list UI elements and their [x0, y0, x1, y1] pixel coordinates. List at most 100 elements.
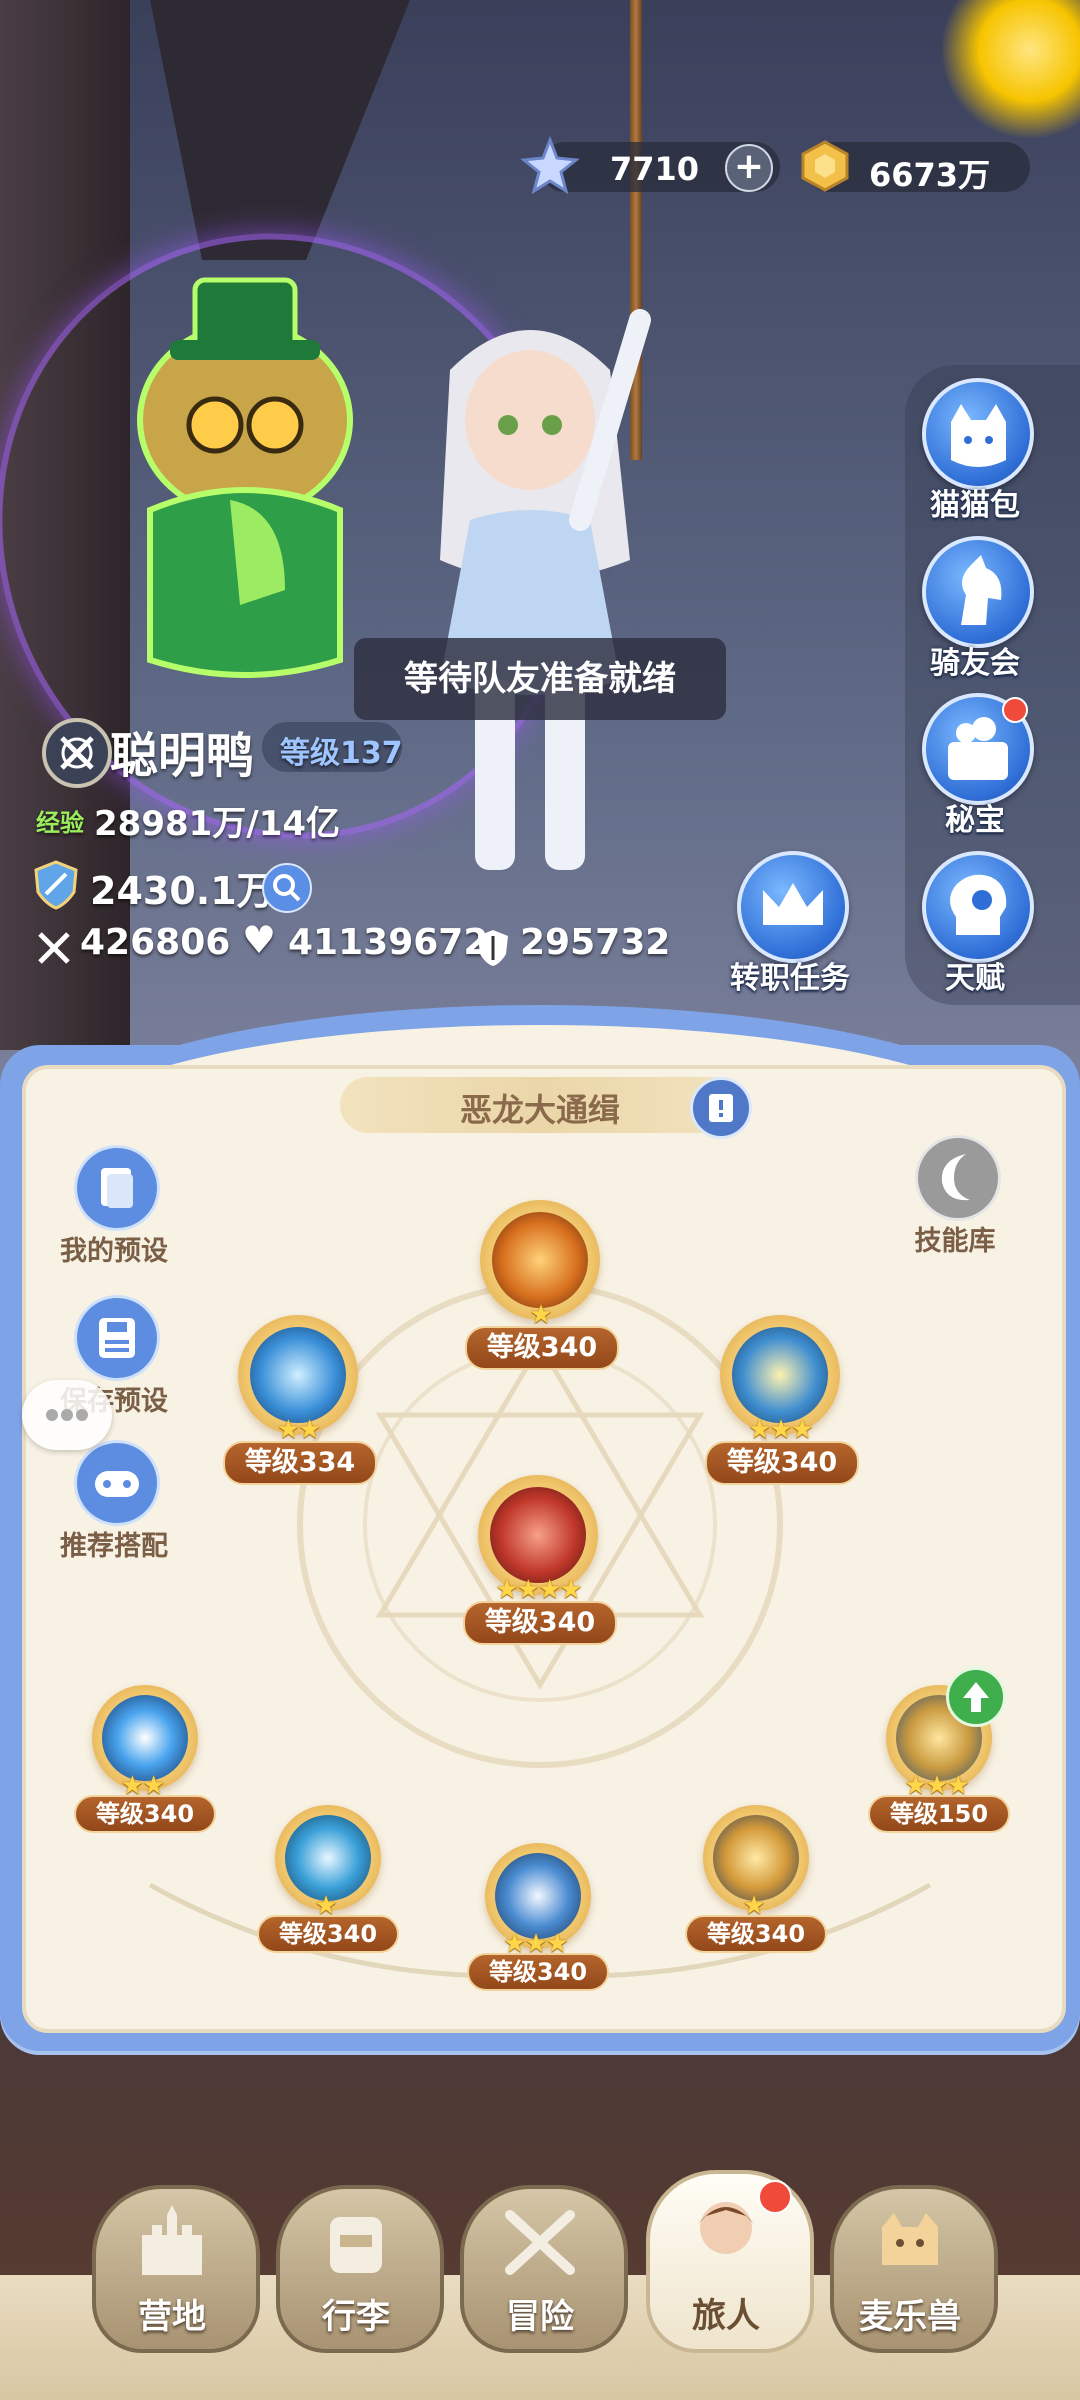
side-menu-label: 天赋 — [945, 961, 1005, 996]
blood-strike-skill-icon — [490, 1487, 586, 1583]
crossed-swords-icon — [60, 736, 94, 770]
skill-slot-bottom-4[interactable]: ★ 等级340 — [673, 1805, 833, 1955]
nav-adventure[interactable]: 冒险 — [460, 2185, 628, 2355]
fire-skill-icon — [492, 1212, 588, 1308]
power-detail-button[interactable] — [262, 863, 312, 913]
eye-skill-icon — [285, 1815, 371, 1901]
save-disk-icon — [99, 1318, 135, 1358]
gold-coin-icon — [801, 140, 849, 192]
castle-icon — [142, 2205, 202, 2275]
skill-slot-bottom-1[interactable]: ★★ 等级340 — [62, 1685, 222, 1835]
player-class-badge[interactable] — [42, 718, 112, 788]
brain-icon — [950, 874, 1007, 935]
skill-level: 等级340 — [257, 1915, 399, 1953]
holy-shield-skill-icon — [732, 1327, 828, 1423]
skill-slot-bottom-5[interactable]: ★★★ 等级150 — [856, 1667, 1016, 1835]
skill-slot-bottom-2[interactable]: ★ 等级340 — [245, 1805, 405, 1955]
notification-dot — [1002, 697, 1028, 723]
crossed-swords-icon — [505, 2210, 575, 2275]
skill-slot-top[interactable]: ★ 等级340 — [460, 1200, 620, 1370]
book-icon — [709, 1094, 733, 1122]
exp-label: 经验 — [36, 809, 84, 837]
gamepad-icon — [95, 1471, 139, 1497]
heart-icon: ♥ — [242, 918, 277, 962]
backpack-icon — [330, 2217, 382, 2273]
arrow-skill-icon — [495, 1853, 581, 1939]
skill-level: 等级340 — [74, 1795, 216, 1833]
side-menu-riders-club[interactable]: 骑友会 — [900, 528, 1050, 681]
star-burst-skill-icon — [102, 1695, 188, 1781]
hp-value: 41139672 — [288, 922, 489, 963]
side-menu-label: 骑友会 — [930, 646, 1020, 681]
nav-label: 麦乐兽 — [859, 2297, 961, 2337]
add-diamond-button[interactable]: + — [725, 144, 773, 192]
light-glow — [940, 0, 1080, 140]
defense-shield-icon — [478, 930, 508, 966]
notification-dot — [758, 2180, 792, 2214]
my-preset-label: 我的预设 — [60, 1236, 168, 1267]
skill-slot-bottom-3[interactable]: ★★★ 等级340 — [455, 1843, 615, 1993]
cat-bag-icon — [951, 404, 1006, 467]
nav-label: 旅人 — [692, 2296, 760, 2336]
coin-value: 6673万 — [869, 156, 991, 194]
nav-traveler[interactable]: 旅人 — [646, 2170, 814, 2355]
side-menu-label: 猫猫包 — [930, 488, 1020, 523]
skill-library-label: 技能库 — [914, 1226, 996, 1257]
nav-label: 行李 — [322, 2297, 390, 2337]
horse-icon — [961, 555, 1002, 625]
skill-level: 等级340 — [465, 1326, 619, 1370]
diamond-star-icon — [520, 136, 580, 195]
attack-value: 426806 — [80, 922, 231, 963]
chat-icon — [46, 1409, 88, 1421]
player-level: 等级137 — [280, 736, 403, 771]
skill-level: 等级334 — [223, 1441, 377, 1485]
nav-label: 冒险 — [506, 2297, 574, 2337]
coin-counter: 6673万 — [801, 140, 1030, 194]
up-arrow-icon — [963, 1682, 989, 1712]
exp-value: 28981万/14亿 — [94, 804, 341, 844]
upgrade-available-badge — [946, 1667, 1006, 1727]
nav-pets[interactable]: 麦乐兽 — [830, 2185, 998, 2355]
side-menu-treasure[interactable]: 秘宝 — [900, 685, 1050, 838]
chat-bubble-button[interactable] — [22, 1380, 112, 1450]
player-character — [440, 309, 651, 870]
combat-power: 2430.1万 — [90, 869, 275, 913]
skill-slot-upper-right[interactable]: ★★★ 等级340 — [700, 1315, 860, 1485]
panel-title: 恶龙大通缉 — [459, 1091, 620, 1129]
crown-icon — [763, 883, 823, 925]
nav-luggage[interactable]: 行李 — [276, 2185, 444, 2355]
skill-slot-center[interactable]: ★★★★ 等级340 — [458, 1475, 618, 1645]
boss-title-bar: 恶龙大通缉 — [340, 1077, 740, 1133]
nav-camp[interactable]: 营地 — [92, 2185, 260, 2355]
skill-slot-upper-left[interactable]: ★★ 等级334 — [218, 1315, 378, 1485]
player-name: 聪明鸭 — [110, 728, 255, 784]
skill-library-button[interactable]: 技能库 — [875, 1135, 1035, 1257]
attack-icon — [38, 932, 70, 964]
info-book-button[interactable] — [690, 1077, 752, 1139]
ice-slash-skill-icon — [250, 1327, 346, 1423]
side-menu-cat-bag[interactable]: 猫猫包 — [900, 370, 1050, 523]
diamond-counter: 7710 + — [520, 136, 780, 195]
side-menu-label: 秘宝 — [945, 803, 1005, 838]
skill-level: 等级340 — [467, 1953, 609, 1991]
my-preset-button[interactable]: 我的预设 — [34, 1145, 194, 1267]
defense-value: 295732 — [520, 922, 671, 963]
cards-icon — [101, 1168, 133, 1208]
magnifier-icon — [273, 874, 301, 902]
side-menu-talent[interactable]: 天赋 — [900, 843, 1050, 996]
skill-level: 等级340 — [705, 1441, 859, 1485]
job-change-quest-button[interactable]: 转职任务 — [715, 843, 865, 996]
green-cat-companion — [137, 277, 353, 678]
status-message: 等待队友准备就绪 — [354, 638, 726, 720]
crescent-moon-icon — [941, 1154, 970, 1201]
nav-label: 营地 — [138, 2297, 206, 2337]
diamond-value: 7710 — [610, 150, 700, 188]
background-rock — [150, 0, 410, 260]
job-quest-label: 转职任务 — [730, 961, 850, 996]
skill-level: 等级150 — [868, 1795, 1010, 1833]
recommended-combo-button[interactable]: 推荐搭配 — [34, 1440, 194, 1562]
recommended-combo-label: 推荐搭配 — [60, 1531, 168, 1562]
skill-level: 等级340 — [463, 1601, 617, 1645]
shield-power-icon — [34, 860, 78, 910]
cat-pet-icon — [882, 2213, 938, 2265]
